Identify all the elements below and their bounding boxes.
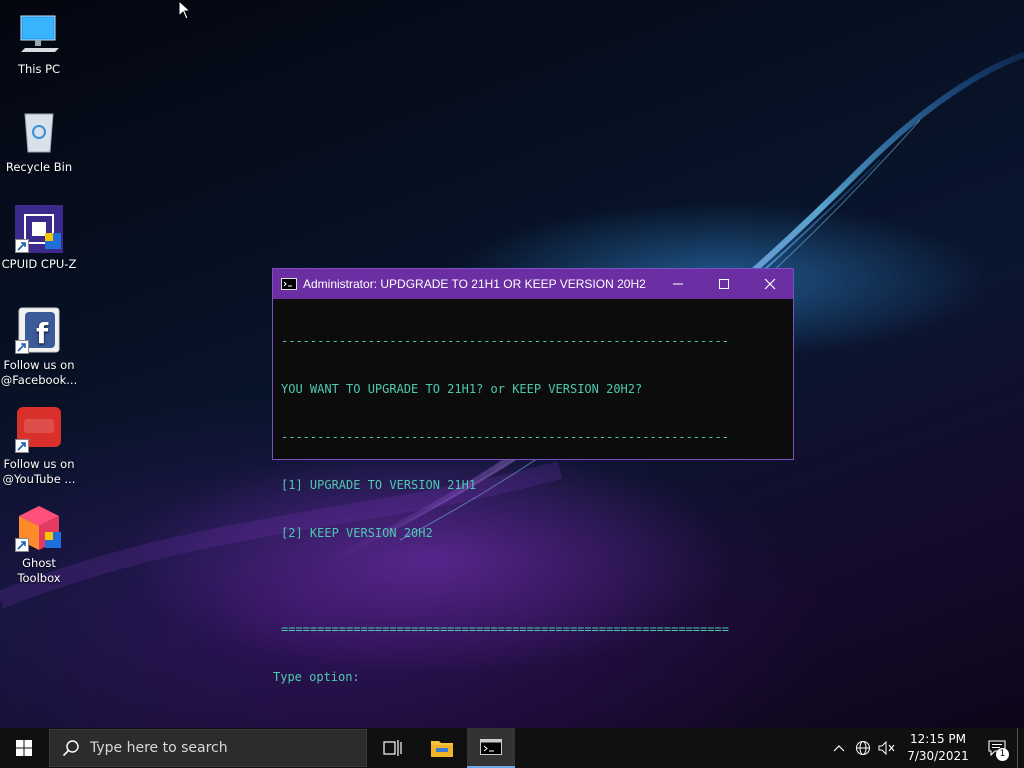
chevron-up-icon bbox=[833, 745, 845, 752]
desktop-icon-label: This PC bbox=[17, 62, 61, 76]
minimize-button[interactable] bbox=[655, 269, 701, 299]
facebook-icon: f bbox=[15, 306, 63, 354]
window-title: Administrator: UPDGRADE TO 21H1 OR KEEP … bbox=[303, 277, 646, 291]
ghost-toolbox-icon bbox=[15, 504, 63, 552]
desktop-icon-label: Recycle Bin bbox=[5, 160, 73, 174]
maximize-button[interactable] bbox=[701, 269, 747, 299]
console-taskbar-button[interactable] bbox=[467, 728, 515, 768]
task-view-button[interactable] bbox=[369, 728, 417, 768]
desktop-icon-youtube[interactable]: Follow us on @YouTube ... bbox=[0, 405, 78, 487]
shortcut-arrow-icon bbox=[15, 239, 29, 253]
svg-text:f: f bbox=[36, 317, 49, 350]
clock[interactable]: 12:15 PM 7/30/2021 bbox=[899, 731, 977, 765]
globe-icon bbox=[856, 741, 870, 755]
desktop-icon-recycle-bin[interactable]: Recycle Bin bbox=[0, 108, 78, 175]
console-separator: ----------------------------------------… bbox=[281, 430, 729, 444]
console-output[interactable]: ----------------------------------------… bbox=[273, 299, 793, 717]
windows-logo-icon bbox=[16, 740, 32, 756]
desktop-icon-label: CPUID CPU-Z bbox=[1, 257, 77, 271]
window-titlebar[interactable]: Administrator: UPDGRADE TO 21H1 OR KEEP … bbox=[273, 269, 793, 299]
console-option-2: [2] KEEP VERSION 20H2 bbox=[281, 526, 433, 540]
close-button[interactable] bbox=[747, 269, 793, 299]
shortcut-arrow-icon bbox=[15, 439, 29, 453]
folder-icon bbox=[431, 741, 453, 757]
search-input[interactable]: Type here to search bbox=[49, 729, 367, 767]
search-placeholder: Type here to search bbox=[90, 740, 228, 756]
console-app-icon bbox=[281, 278, 297, 290]
console-separator: ----------------------------------------… bbox=[281, 334, 729, 348]
console-separator: ========================================… bbox=[281, 622, 729, 636]
search-icon bbox=[62, 740, 79, 757]
show-desktop-button[interactable] bbox=[1017, 728, 1024, 768]
task-view-icon bbox=[383, 740, 402, 756]
console-question: YOU WANT TO UPGRADE TO 21H1? or KEEP VER… bbox=[281, 382, 643, 396]
notification-badge: 1 bbox=[996, 748, 1009, 761]
desktop-icon-label: Follow us on @YouTube ... bbox=[2, 457, 76, 486]
taskbar: Type here to search 12:15 PM 7/30/2021 1 bbox=[0, 728, 1024, 768]
system-tray: 12:15 PM 7/30/2021 1 bbox=[827, 728, 1024, 768]
console-option-1: [1] UPGRADE TO VERSION 21H1 bbox=[281, 478, 477, 492]
volume-button[interactable] bbox=[875, 728, 899, 768]
console-prompt[interactable]: Type option: bbox=[273, 669, 785, 685]
desktop-icon-ghost-toolbox[interactable]: Ghost Toolbox bbox=[0, 504, 78, 586]
file-explorer-button[interactable] bbox=[417, 728, 467, 768]
console-window[interactable]: Administrator: UPDGRADE TO 21H1 OR KEEP … bbox=[272, 268, 794, 684]
network-button[interactable] bbox=[851, 728, 875, 768]
shortcut-arrow-icon bbox=[15, 538, 29, 552]
desktop-icon-label: Follow us on @Facebook... bbox=[0, 358, 78, 387]
maximize-icon bbox=[719, 279, 729, 289]
youtube-icon bbox=[15, 405, 63, 453]
recycle-bin-icon bbox=[15, 108, 63, 156]
shortcut-arrow-icon bbox=[15, 340, 29, 354]
volume-muted-icon bbox=[878, 740, 895, 756]
computer-icon bbox=[15, 10, 63, 58]
desktop-icon-facebook[interactable]: f Follow us on @Facebook... bbox=[0, 306, 78, 388]
desktop-icon-cpuz[interactable]: CPUID CPU-Z bbox=[0, 205, 78, 272]
desktop-icon-label: Ghost Toolbox bbox=[17, 556, 61, 585]
clock-time: 12:15 PM bbox=[910, 732, 966, 746]
show-hidden-icons-button[interactable] bbox=[827, 728, 851, 768]
clock-date: 7/30/2021 bbox=[907, 749, 969, 763]
close-icon bbox=[764, 278, 776, 290]
start-button[interactable] bbox=[0, 728, 48, 768]
action-center-button[interactable]: 1 bbox=[977, 728, 1017, 768]
cpuz-icon bbox=[15, 205, 63, 253]
desktop-icon-this-pc[interactable]: This PC bbox=[0, 10, 78, 77]
console-app-icon bbox=[480, 739, 502, 755]
mouse-cursor-icon bbox=[178, 0, 192, 20]
minimize-icon bbox=[673, 283, 683, 285]
